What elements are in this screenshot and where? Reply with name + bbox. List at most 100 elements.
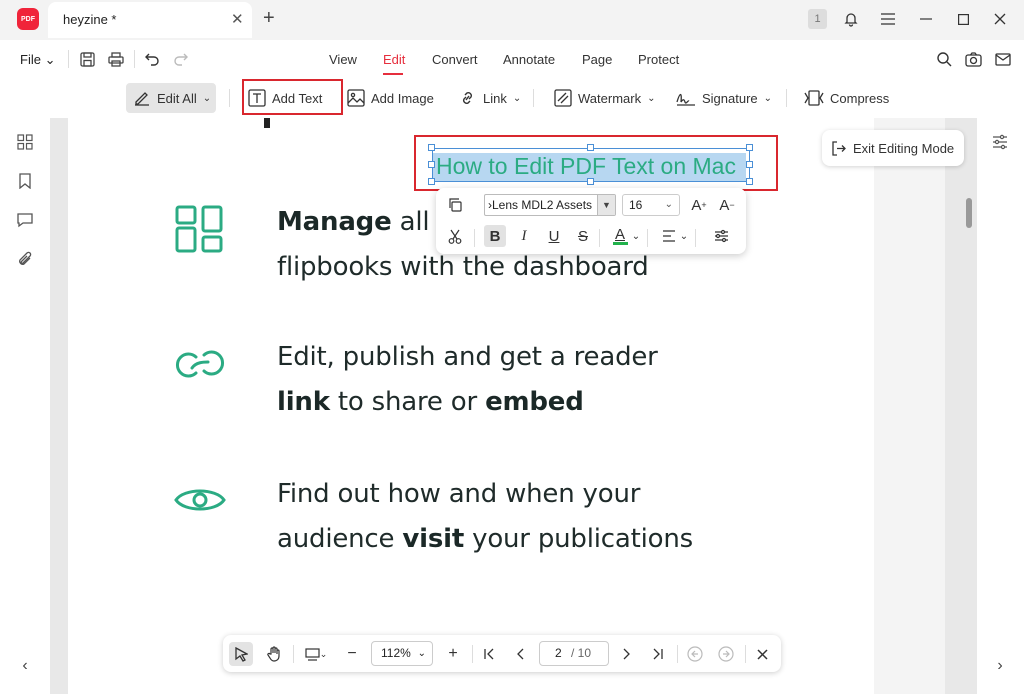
collapse-left-icon[interactable]: ‹ bbox=[15, 656, 35, 676]
tab-edit[interactable]: Edit bbox=[383, 52, 405, 67]
compress-button[interactable]: Compress bbox=[804, 84, 889, 112]
page-view-dropdown[interactable]: ⌄ bbox=[300, 642, 332, 666]
menu-bar: File ⌄ View Edit Convert Annotate Page P… bbox=[0, 40, 1024, 78]
bookmark-icon[interactable] bbox=[15, 171, 35, 191]
save-icon[interactable] bbox=[77, 49, 97, 69]
maximize-icon[interactable] bbox=[952, 7, 974, 31]
underline-button[interactable]: U bbox=[543, 225, 565, 247]
close-tab-icon[interactable]: ✕ bbox=[231, 10, 244, 28]
last-page-icon[interactable] bbox=[646, 642, 670, 666]
resize-handle[interactable] bbox=[428, 144, 435, 151]
forward-icon[interactable] bbox=[714, 642, 738, 666]
align-left-icon[interactable] bbox=[658, 225, 680, 247]
mail-icon[interactable] bbox=[993, 49, 1013, 69]
font-family-value: ›Lens MDL2 Assets bbox=[488, 198, 593, 212]
zoom-in-icon[interactable]: + bbox=[441, 642, 465, 666]
resize-handle[interactable] bbox=[428, 161, 435, 168]
close-window-icon[interactable] bbox=[989, 7, 1011, 31]
font-family-select[interactable]: ›Lens MDL2 Assets ▼ bbox=[484, 194, 616, 216]
menu-icon[interactable] bbox=[877, 7, 899, 31]
separator bbox=[677, 645, 678, 663]
close-bar-icon[interactable] bbox=[750, 642, 774, 666]
comment-icon[interactable] bbox=[15, 210, 35, 230]
resize-handle[interactable] bbox=[746, 178, 753, 185]
resize-handle[interactable] bbox=[428, 178, 435, 185]
zoom-select[interactable]: 112% ⌄ bbox=[371, 641, 433, 666]
select-tool-icon[interactable] bbox=[229, 642, 253, 666]
back-icon[interactable] bbox=[683, 642, 707, 666]
attachment-icon[interactable] bbox=[15, 249, 35, 269]
previous-page-icon[interactable] bbox=[508, 642, 532, 666]
chevron-down-icon: ⌄ bbox=[417, 648, 426, 659]
redo-icon[interactable] bbox=[171, 49, 191, 69]
decrease-font-icon[interactable]: A − bbox=[716, 194, 738, 216]
link-button[interactable]: Link ⌄ bbox=[458, 84, 521, 112]
resize-handle[interactable] bbox=[587, 178, 594, 185]
undo-icon[interactable] bbox=[142, 49, 162, 69]
properties-icon[interactable] bbox=[990, 132, 1010, 152]
total-pages: / 10 bbox=[571, 646, 592, 660]
print-icon[interactable] bbox=[106, 49, 126, 69]
separator bbox=[229, 89, 230, 107]
italic-button[interactable]: I bbox=[513, 225, 535, 247]
document-tab[interactable]: heyzine * ✕ bbox=[48, 2, 252, 38]
file-menu[interactable]: File ⌄ bbox=[20, 52, 55, 68]
separator bbox=[68, 50, 69, 68]
increase-font-icon[interactable]: A + bbox=[688, 194, 710, 216]
separator bbox=[745, 645, 746, 663]
edit-all-button[interactable]: Edit All ⌄ bbox=[126, 83, 216, 113]
watermark-button[interactable]: Watermark ⌄ bbox=[554, 84, 655, 112]
feature-analytics-post: your publications bbox=[464, 524, 693, 554]
compress-icon bbox=[804, 90, 824, 106]
feature-analytics-text: Find out how and when your audience visi… bbox=[277, 472, 693, 562]
bell-icon[interactable] bbox=[840, 7, 862, 31]
cut-icon[interactable] bbox=[444, 225, 466, 247]
separator bbox=[533, 89, 534, 107]
minimize-icon[interactable] bbox=[915, 7, 937, 31]
page-number-input[interactable]: 2 / 10 bbox=[539, 641, 609, 666]
zoom-out-icon[interactable]: − bbox=[340, 642, 364, 666]
resize-handle[interactable] bbox=[587, 144, 594, 151]
copy-icon[interactable] bbox=[444, 194, 466, 216]
editable-heading[interactable]: How to Edit PDF Text on Mac bbox=[436, 153, 736, 180]
hand-tool-icon[interactable] bbox=[262, 642, 286, 666]
font-size-select[interactable]: 16 ⌄ bbox=[622, 194, 680, 216]
new-tab-icon[interactable]: + bbox=[263, 7, 275, 30]
chevron-down-icon[interactable]: ⌄ bbox=[679, 225, 689, 247]
signature-label: Signature bbox=[702, 90, 758, 106]
resize-handle[interactable] bbox=[746, 144, 753, 151]
chevron-down-icon: ▼ bbox=[597, 195, 615, 215]
text-settings-icon[interactable] bbox=[710, 225, 732, 247]
collapse-right-icon[interactable]: › bbox=[990, 656, 1010, 676]
tab-convert[interactable]: Convert bbox=[432, 52, 478, 67]
add-image-button[interactable]: Add Image bbox=[347, 84, 434, 112]
tab-page[interactable]: Page bbox=[582, 52, 612, 67]
text-color-button[interactable]: A bbox=[609, 225, 631, 247]
tab-view[interactable]: View bbox=[329, 52, 357, 67]
feature-edit-mid: to share or bbox=[329, 387, 486, 417]
strikethrough-button[interactable]: S bbox=[572, 225, 594, 247]
bold-button[interactable]: B bbox=[484, 225, 506, 247]
scrollbar-track[interactable] bbox=[945, 118, 977, 694]
next-page-icon[interactable] bbox=[615, 642, 639, 666]
chevron-down-icon[interactable]: ⌄ bbox=[631, 225, 641, 247]
scrollbar-thumb[interactable] bbox=[966, 198, 972, 228]
thumbnails-icon[interactable] bbox=[15, 132, 35, 152]
exit-editing-button[interactable]: Exit Editing Mode bbox=[822, 130, 964, 166]
tab-annotate[interactable]: Annotate bbox=[503, 52, 555, 67]
chain-link-icon bbox=[176, 350, 224, 378]
text-format-toolbar: ›Lens MDL2 Assets ▼ 16 ⌄ A + A − B I U S A… bbox=[436, 188, 746, 254]
resize-handle[interactable] bbox=[746, 161, 753, 168]
search-icon[interactable] bbox=[934, 49, 954, 69]
signature-button[interactable]: Signature ⌄ bbox=[676, 84, 772, 112]
feature-edit-line1: Edit, publish and get a reader bbox=[277, 342, 658, 372]
tab-protect[interactable]: Protect bbox=[638, 52, 679, 67]
edit-toolbar: Edit All ⌄ Add Text Add Image Link ⌄ Water… bbox=[0, 78, 1024, 118]
watermark-icon bbox=[554, 89, 572, 107]
add-text-highlight bbox=[242, 79, 343, 115]
eye-icon bbox=[174, 489, 226, 511]
camera-icon[interactable] bbox=[963, 49, 983, 69]
first-page-icon[interactable] bbox=[477, 642, 501, 666]
image-icon bbox=[347, 89, 365, 107]
tab-title: heyzine * bbox=[63, 12, 117, 27]
